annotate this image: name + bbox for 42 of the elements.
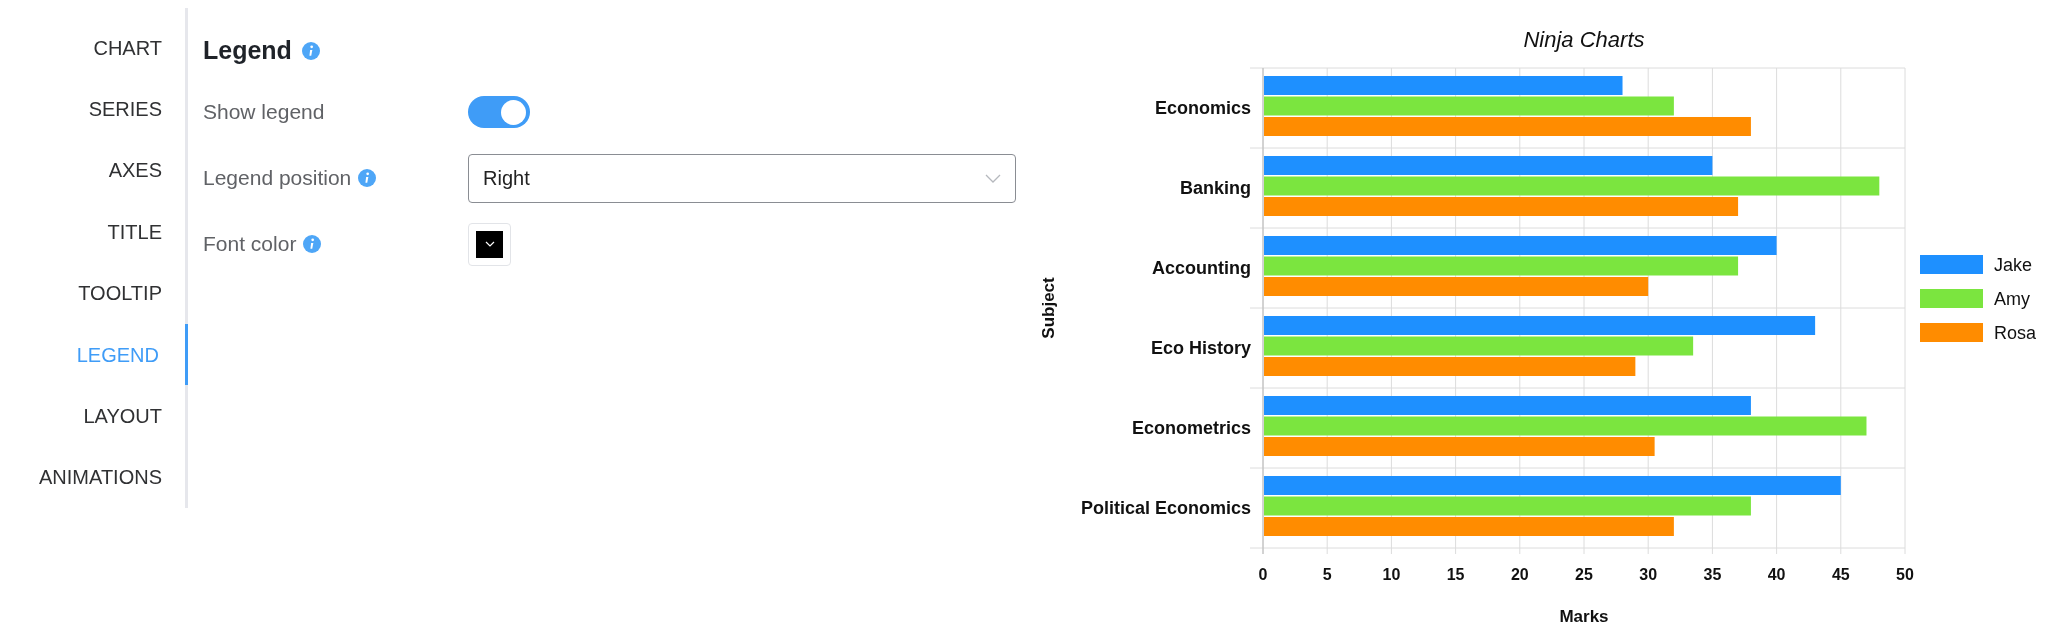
chevron-down-icon <box>985 173 1001 183</box>
sidebar-tab[interactable]: CHART <box>0 17 188 79</box>
sidebar-tab[interactable]: ANIMATIONS <box>0 446 188 508</box>
field-label: Show legend <box>203 99 325 126</box>
category-label: Accounting <box>1152 258 1251 278</box>
chevron-down-icon <box>484 241 495 247</box>
tick-label: 30 <box>1639 566 1658 583</box>
select-dropdown[interactable]: Right <box>468 153 1016 203</box>
tick-label: 25 <box>1575 566 1593 583</box>
toggle-switch[interactable] <box>468 96 530 128</box>
tick-label: 15 <box>1446 566 1465 583</box>
sidebar-tab[interactable]: SERIES <box>0 78 188 140</box>
tick-label: 10 <box>1382 566 1401 583</box>
sidebar-tab[interactable]: AXES <box>0 139 188 202</box>
sidebar-tab[interactable]: TITLE <box>0 201 188 263</box>
field-label: Font color <box>203 231 297 258</box>
tick-label: 40 <box>1767 566 1786 583</box>
y-axis-title: Subject <box>1040 277 1058 339</box>
category-label: Eco History <box>1150 338 1251 358</box>
legend-label: Jake <box>1994 255 2033 275</box>
sidebar-tab[interactable]: TOOLTIP <box>0 262 188 324</box>
category-label: Banking <box>1180 178 1251 198</box>
tick-label: 20 <box>1510 566 1529 583</box>
legend-label: Amy <box>1994 289 2030 309</box>
color-picker[interactable] <box>468 222 511 266</box>
category-label: Economics <box>1154 98 1251 118</box>
tick-label: 35 <box>1703 566 1722 583</box>
tick-label: 50 <box>1896 566 1914 583</box>
legend-label: Rosa <box>1994 323 2037 343</box>
tick-label: 0 <box>1258 566 1268 583</box>
field-label: Legend position <box>203 165 352 192</box>
legend-swatch <box>1920 323 1983 342</box>
sidebar-tab[interactable]: LAYOUT <box>0 385 188 447</box>
chart-title: Ninja Charts <box>1523 27 1645 52</box>
category-label: Econometrics <box>1131 418 1251 438</box>
category-label: Political Economics <box>1080 498 1251 518</box>
tick-label: 5 <box>1322 566 1332 583</box>
legend-swatch <box>1920 289 1983 308</box>
tick-label: 45 <box>1831 566 1850 583</box>
legend-swatch <box>1920 255 1983 274</box>
x-axis-title: Marks <box>1559 607 1609 626</box>
section-title: Legend <box>203 35 292 67</box>
